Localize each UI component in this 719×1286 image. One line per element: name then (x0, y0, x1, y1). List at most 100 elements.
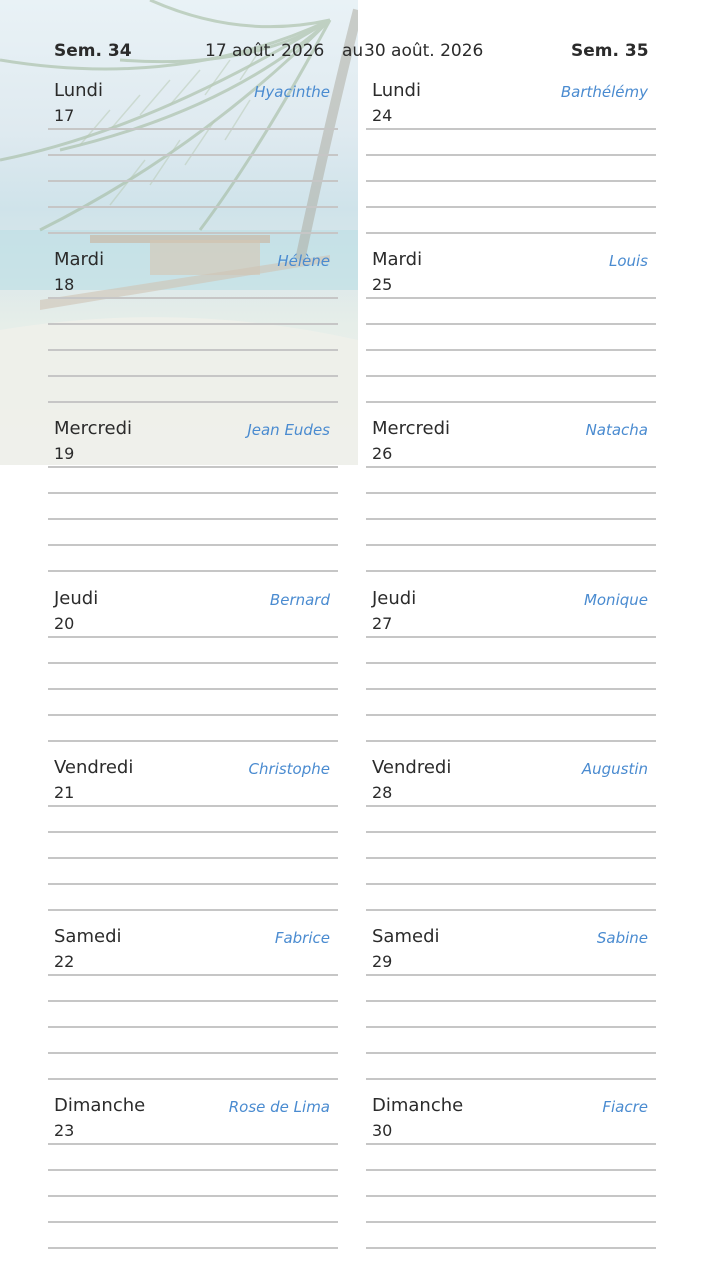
note-line[interactable] (48, 636, 338, 638)
day-block: Lundi Hyacinthe 17 (48, 80, 338, 249)
note-line[interactable] (366, 974, 656, 976)
note-line[interactable] (366, 1052, 656, 1054)
note-line[interactable] (48, 401, 338, 403)
note-line[interactable] (48, 466, 338, 468)
saint-name: Sabine (596, 929, 648, 947)
note-line[interactable] (48, 883, 338, 885)
note-line[interactable] (366, 232, 656, 234)
note-line[interactable] (48, 974, 338, 976)
note-line[interactable] (48, 909, 338, 911)
saint-name: Fiacre (602, 1098, 648, 1116)
note-line[interactable] (366, 297, 656, 299)
note-line[interactable] (366, 831, 656, 833)
note-line[interactable] (366, 883, 656, 885)
note-line[interactable] (366, 805, 656, 807)
note-line[interactable] (366, 1078, 656, 1080)
day-block: Mercredi Jean Eudes 19 (48, 418, 338, 587)
saint-name: Monique (583, 591, 648, 609)
day-name: Jeudi (54, 588, 99, 609)
note-line[interactable] (48, 297, 338, 299)
saint-name: Louis (608, 252, 648, 270)
note-line[interactable] (48, 1221, 338, 1223)
note-line[interactable] (366, 1026, 656, 1028)
note-line[interactable] (48, 518, 338, 520)
saint-name: Christophe (248, 760, 330, 778)
note-line[interactable] (48, 544, 338, 546)
day-number: 19 (54, 444, 75, 463)
note-line[interactable] (366, 714, 656, 716)
saint-name: Hyacinthe (254, 83, 330, 101)
note-line[interactable] (366, 1000, 656, 1002)
day-name: Samedi (372, 926, 440, 947)
note-line[interactable] (366, 570, 656, 572)
note-line[interactable] (48, 831, 338, 833)
note-line[interactable] (366, 688, 656, 690)
note-line[interactable] (366, 544, 656, 546)
note-line[interactable] (366, 206, 656, 208)
note-line[interactable] (48, 1000, 338, 1002)
week-right-label: Sem. 35 (571, 41, 649, 61)
day-number: 27 (372, 614, 393, 633)
note-line[interactable] (48, 805, 338, 807)
saint-name: Augustin (581, 760, 648, 778)
note-line[interactable] (366, 662, 656, 664)
note-line[interactable] (366, 1221, 656, 1223)
note-line[interactable] (366, 857, 656, 859)
note-line[interactable] (48, 570, 338, 572)
note-line[interactable] (48, 154, 338, 156)
note-line[interactable] (48, 740, 338, 742)
day-number: 18 (54, 275, 75, 294)
note-line[interactable] (48, 1078, 338, 1080)
note-line[interactable] (48, 1169, 338, 1171)
note-line[interactable] (48, 688, 338, 690)
note-line[interactable] (366, 323, 656, 325)
day-block: Mardi Hélène 18 (48, 249, 338, 418)
day-number: 29 (372, 952, 393, 971)
note-line[interactable] (48, 1195, 338, 1197)
note-line[interactable] (366, 909, 656, 911)
note-line[interactable] (48, 375, 338, 377)
note-line[interactable] (48, 180, 338, 182)
date-to: 30 août. 2026 (364, 41, 484, 61)
note-line[interactable] (366, 349, 656, 351)
saint-name: Hélène (277, 252, 330, 270)
day-name: Lundi (372, 80, 421, 101)
saint-name: Rose de Lima (228, 1098, 330, 1116)
note-line[interactable] (48, 1026, 338, 1028)
note-line[interactable] (48, 714, 338, 716)
note-line[interactable] (366, 154, 656, 156)
note-line[interactable] (48, 1052, 338, 1054)
note-line[interactable] (366, 1195, 656, 1197)
note-line[interactable] (366, 375, 656, 377)
note-line[interactable] (48, 662, 338, 664)
day-name: Mardi (54, 249, 105, 270)
note-line[interactable] (48, 323, 338, 325)
note-line[interactable] (48, 349, 338, 351)
note-line[interactable] (366, 740, 656, 742)
note-line[interactable] (366, 492, 656, 494)
note-line[interactable] (48, 232, 338, 234)
day-block: Jeudi Bernard 20 (48, 588, 338, 757)
note-line[interactable] (48, 206, 338, 208)
saint-name: Bernard (269, 591, 330, 609)
note-line[interactable] (48, 1247, 338, 1249)
note-line[interactable] (366, 128, 656, 130)
note-line[interactable] (366, 1169, 656, 1171)
note-line[interactable] (366, 466, 656, 468)
note-line[interactable] (366, 180, 656, 182)
week-left-label: Sem. 34 (54, 41, 132, 61)
note-line[interactable] (366, 636, 656, 638)
note-line[interactable] (48, 857, 338, 859)
week-header: Sem. 34 17 août. 2026 au 30 août. 2026 S… (0, 0, 719, 80)
note-line[interactable] (48, 492, 338, 494)
note-line[interactable] (366, 1247, 656, 1249)
day-name: Mercredi (54, 418, 133, 439)
saint-name: Fabrice (274, 929, 330, 947)
day-block: Dimanche Fiacre 30 (366, 1095, 656, 1264)
note-line[interactable] (366, 1143, 656, 1145)
note-line[interactable] (366, 401, 656, 403)
note-line[interactable] (48, 128, 338, 130)
note-line[interactable] (366, 518, 656, 520)
day-number: 23 (54, 1121, 75, 1140)
note-line[interactable] (48, 1143, 338, 1145)
